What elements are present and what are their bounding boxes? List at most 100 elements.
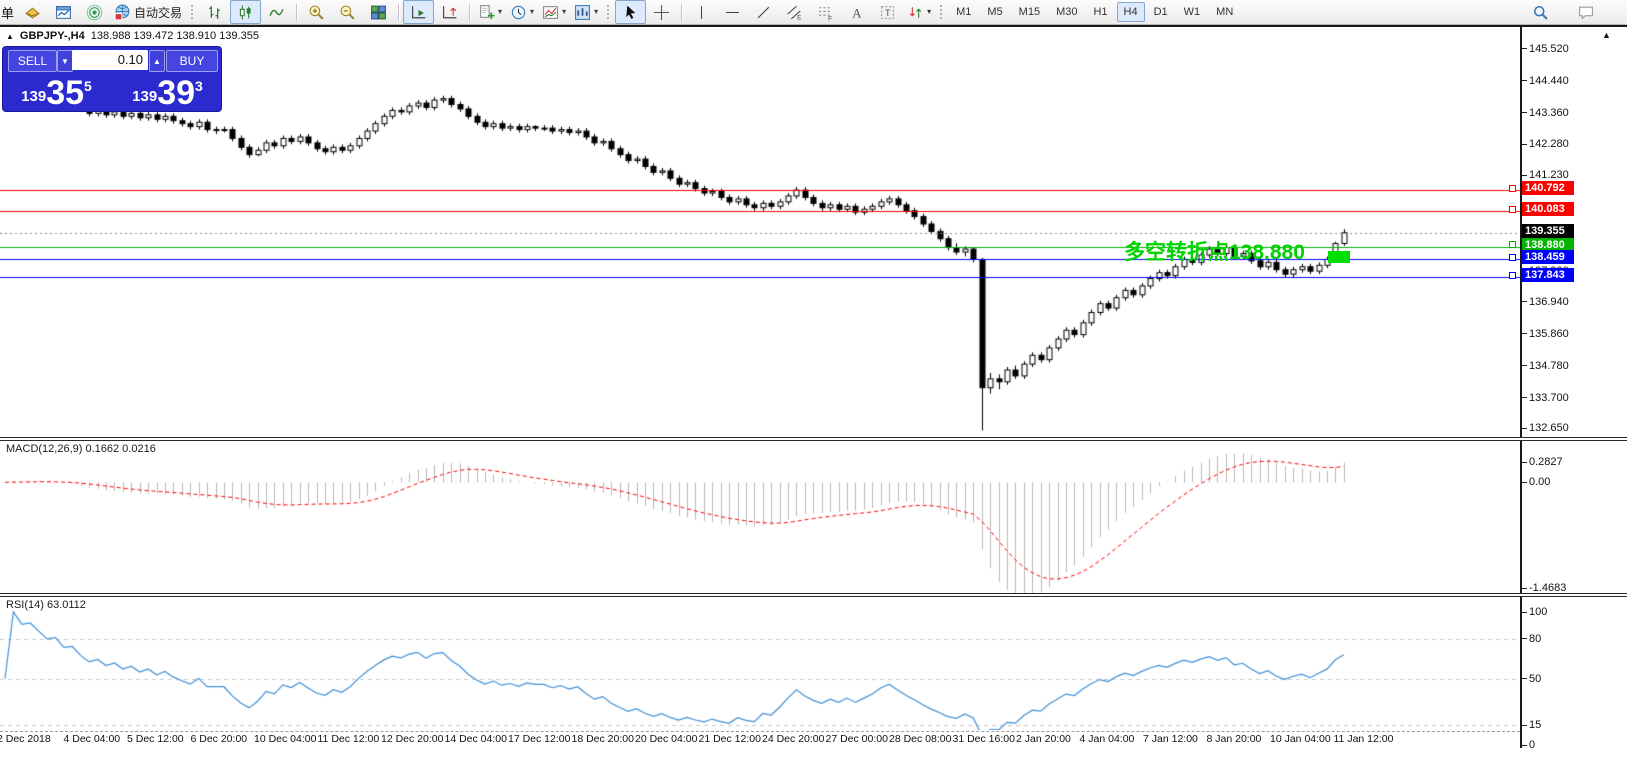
market-watch-button[interactable] [48,0,79,24]
periods-button[interactable]: ▾ [506,0,538,24]
buy-button[interactable]: BUY [166,50,218,72]
chat-button[interactable] [1570,0,1601,24]
timeframe-d1[interactable]: D1 [1147,2,1175,22]
time-axis-label[interactable]: 8 Jan 20:00 [1207,733,1262,745]
time-axis-label[interactable]: 21 Dec 12:00 [699,733,761,745]
candlestick-chart-button[interactable] [230,0,262,24]
search-button[interactable] [1525,0,1556,24]
volume-decrease-button[interactable]: ▼ [57,50,73,72]
timeframe-m30[interactable]: M30 [1049,2,1084,22]
timeframe-mn[interactable]: MN [1209,2,1240,22]
toolbar-grip[interactable] [606,4,612,20]
price-level-chip[interactable]: 140.083 [1522,202,1574,217]
line-chart-button[interactable] [261,0,292,24]
sell-price[interactable]: 139 35 5 [3,72,110,110]
time-axis-label[interactable]: 27 Dec 00:00 [826,733,888,745]
time-axis-label[interactable]: 17 Dec 12:00 [508,733,570,745]
arrows-tool[interactable]: ▾ [903,0,935,24]
time-axis-label[interactable]: 31 Dec 16:00 [953,733,1015,745]
signals-button[interactable] [79,0,110,24]
price-axis-tick-label: 143.360 [1529,106,1569,119]
fibonacci-tool[interactable]: F [810,0,841,24]
toolbar-grip[interactable] [190,4,196,20]
time-axis-label[interactable]: 10 Dec 04:00 [254,733,316,745]
crosshair-button[interactable] [646,0,677,24]
autotrading-button[interactable]: 自动交易 [110,0,186,24]
price-level-chip[interactable]: 140.792 [1522,181,1574,196]
text-tool[interactable]: A [841,0,872,24]
horizontal-line-tool[interactable] [717,0,748,24]
pivot-annotation-text[interactable]: 多空转折点138.880 [1124,236,1305,266]
chevron-down-icon: ▾ [530,7,535,16]
sell-price-big: 35 [46,74,85,112]
timeframe-m5[interactable]: M5 [980,2,1009,22]
time-axis-label[interactable]: 11 Jan 12:00 [1334,733,1394,745]
auto-scroll-button[interactable] [403,0,435,24]
timeframe-w1[interactable]: W1 [1177,2,1208,22]
chart-shift-button[interactable] [434,0,465,24]
trendline-tool[interactable] [748,0,779,24]
zoom-in-button[interactable] [301,0,332,24]
price-axis-tick [1522,143,1527,145]
time-axis-label[interactable]: 6 Dec 20:00 [191,733,248,745]
level-line-handle[interactable] [1509,184,1516,192]
level-line-handle[interactable] [1509,241,1516,249]
timeframe-h1[interactable]: H1 [1086,2,1114,22]
price-level-chip[interactable]: 139.355 [1522,223,1574,238]
timeframe-group: M1 M5 M15 M30 H1 H4 D1 W1 MN [948,2,1241,22]
level-line-handle[interactable] [1509,271,1516,279]
time-axis-label[interactable]: 12 Dec 20:00 [381,733,443,745]
tile-windows-button[interactable] [363,0,394,24]
autotrading-label: 自动交易 [134,5,183,20]
time-axis-label[interactable]: 28 Dec 08:00 [889,733,951,745]
time-axis-label[interactable]: 7 Jan 12:00 [1143,733,1198,745]
time-axis-label[interactable]: 18 Dec 20:00 [572,733,634,745]
time-axis-label[interactable]: 24 Dec 20:00 [762,733,824,745]
volume-increase-button[interactable]: ▲ [149,50,165,72]
axis-top-marker[interactable]: ▲ [1602,30,1611,40]
tile-windows-icon [370,4,387,21]
new-order-label[interactable]: 单 [0,3,17,22]
cursor-button[interactable] [615,0,647,24]
sell-button[interactable]: SELL [8,50,57,72]
label-tool[interactable]: T [872,0,903,24]
rsi-axis-label: 0 [1529,739,1536,751]
templates-button[interactable]: ▾ [538,0,570,24]
timeframe-m15[interactable]: M15 [1012,2,1047,22]
price-level-chip[interactable]: 138.459 [1522,250,1574,265]
time-axis-label[interactable]: 2 Jan 20:00 [1016,733,1071,745]
pivot-annotation-marker[interactable] [1328,251,1350,263]
trendline-icon [755,4,772,21]
buy-price[interactable]: 139 39 3 [114,72,221,110]
price-chart-canvas[interactable] [0,27,1520,437]
rsi-indicator-canvas[interactable] [0,597,1520,730]
time-axis-label[interactable]: 10 Jan 04:00 [1270,733,1331,745]
level-line-handle[interactable] [1509,205,1516,213]
channel-tool[interactable]: E [779,0,810,24]
macd-indicator-canvas[interactable] [0,441,1520,593]
macd-axis-tick [1522,587,1527,589]
toolbar-grip[interactable] [939,4,945,20]
price-level-chip[interactable]: 137.843 [1522,268,1574,283]
rsi-axis-label: 80 [1529,632,1542,645]
bar-chart-button[interactable] [199,0,230,24]
timeframe-h4[interactable]: H4 [1116,2,1145,22]
time-axis-label[interactable]: 11 Dec 12:00 [318,733,380,745]
level-line-handle[interactable] [1509,253,1516,261]
profiles-button[interactable]: ▾ [570,0,602,24]
time-axis-label[interactable]: 5 Dec 12:00 [127,733,184,745]
vertical-line-tool[interactable] [686,0,717,24]
time-axis-label[interactable]: 4 Jan 04:00 [1080,733,1135,745]
volume-input[interactable]: 0.10 [72,50,148,70]
zoom-out-button[interactable] [332,0,363,24]
new-order-button[interactable] [17,0,48,24]
time-axis-label[interactable]: 20 Dec 04:00 [635,733,697,745]
svg-text:E: E [797,14,801,21]
time-axis-label[interactable]: 4 Dec 04:00 [64,733,121,745]
rsi-axis-label: 15 [1529,719,1542,732]
timeframe-m1[interactable]: M1 [949,2,978,22]
price-axis-tick [1522,427,1527,429]
time-axis-label[interactable]: 14 Dec 04:00 [445,733,507,745]
indicators-button[interactable]: ▾ [474,0,506,24]
time-axis-label[interactable]: 2 Dec 2018 [0,733,51,745]
